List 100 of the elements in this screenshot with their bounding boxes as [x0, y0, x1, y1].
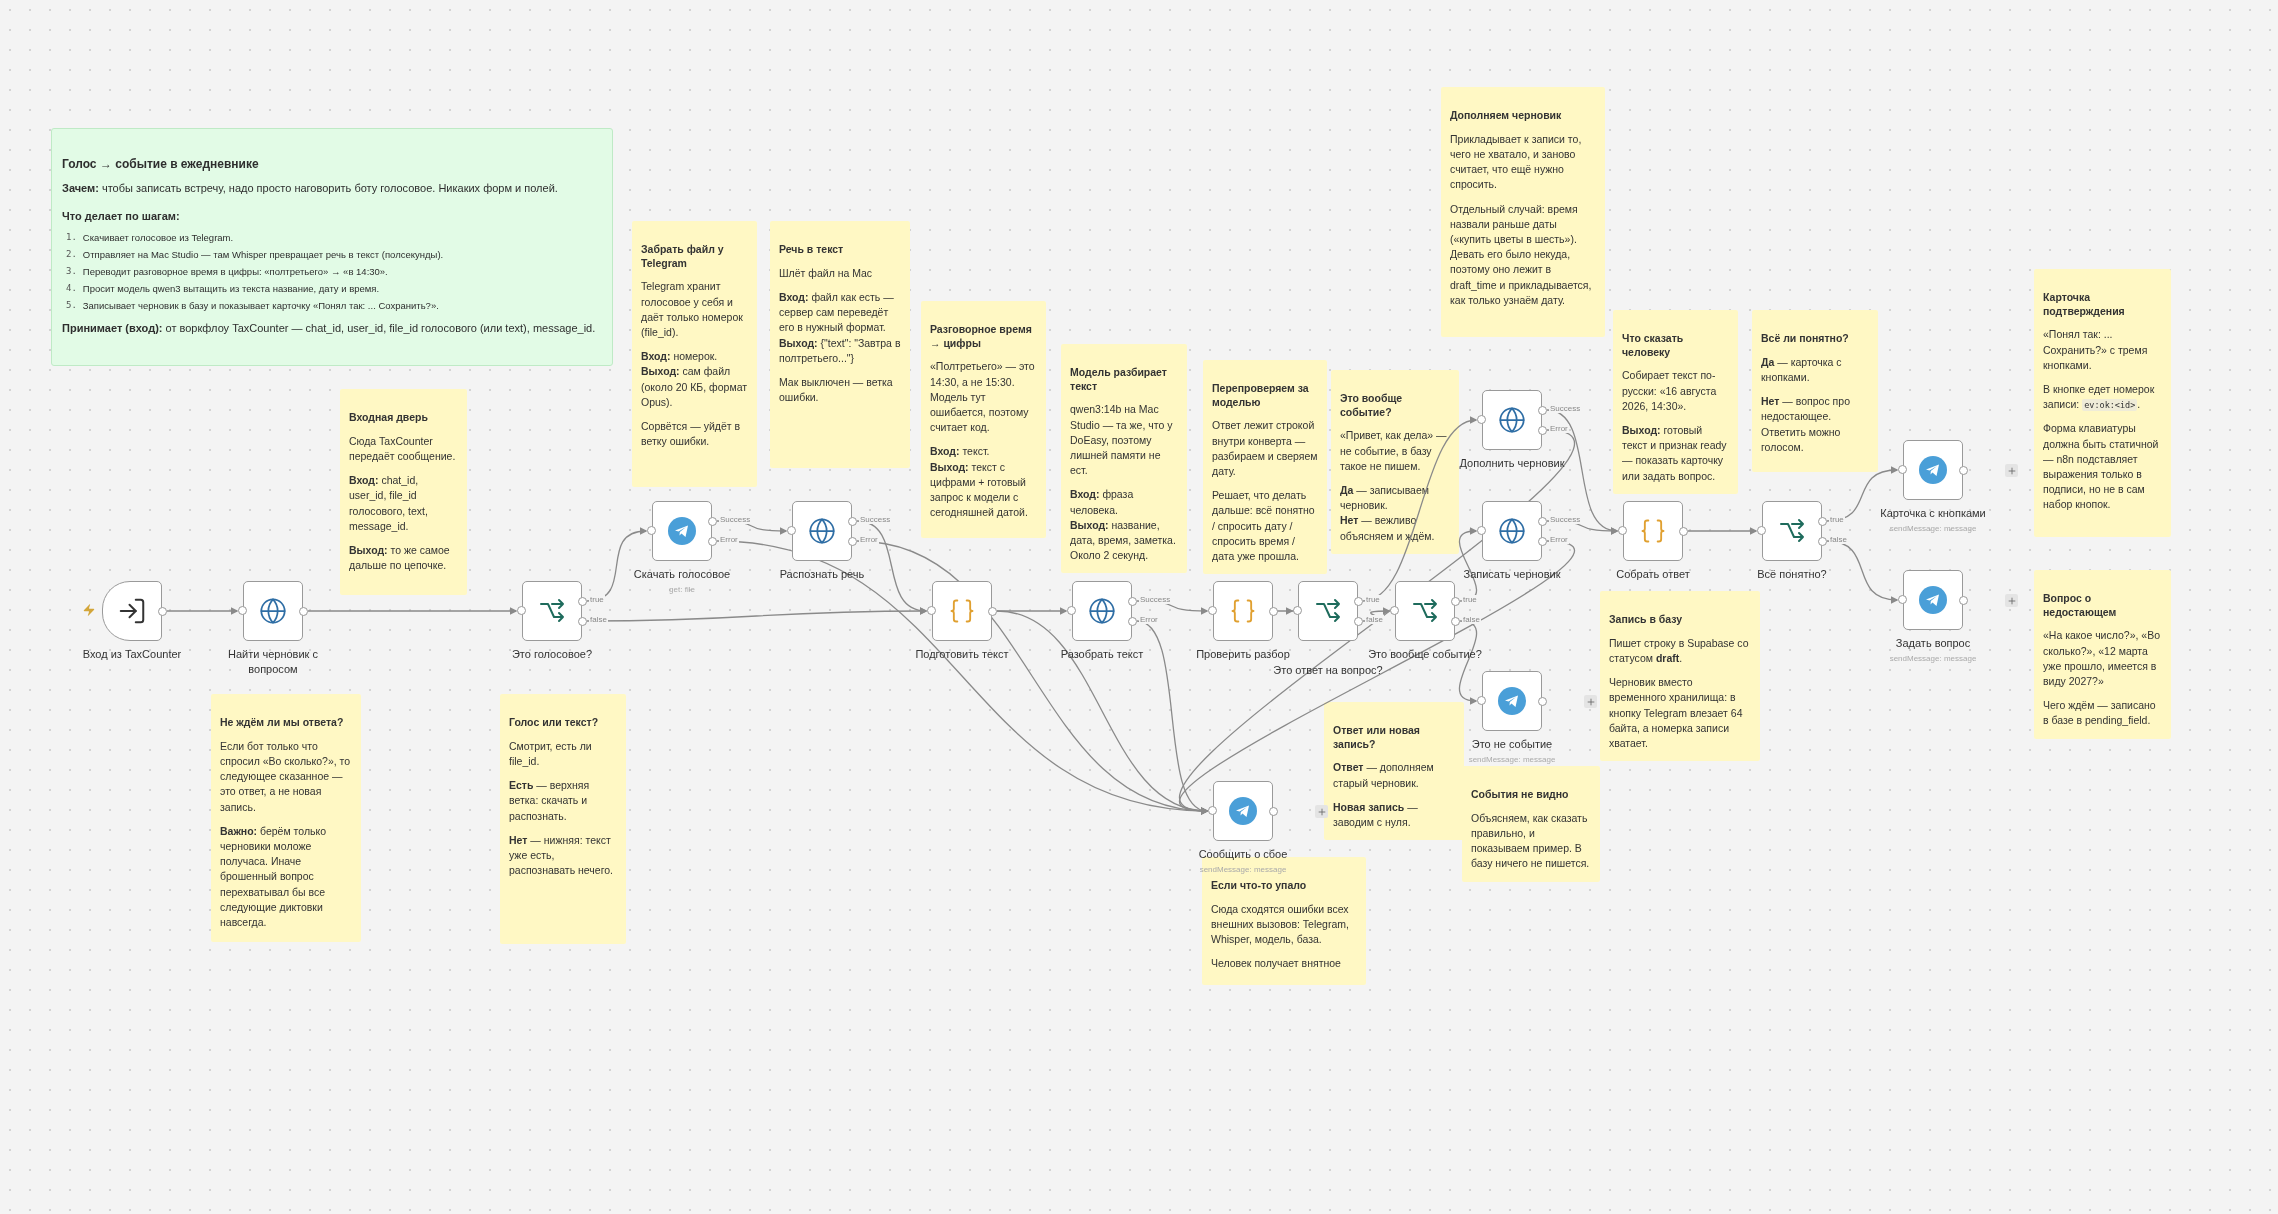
step-number: 4.	[66, 282, 77, 294]
add-node-button[interactable]	[2005, 464, 2018, 477]
note-title: Карточка подтверждения	[2043, 291, 2126, 319]
output-port[interactable]	[1451, 597, 1460, 606]
note-text: Черновик вместо временного хранилища: в кнопку Telegram влезает 64 байта, а номерка записи хватает.	[1609, 675, 1744, 751]
workflow-node[interactable]	[1903, 440, 1963, 500]
output-port[interactable]	[1959, 466, 1968, 475]
workflow-node[interactable]	[1482, 501, 1542, 561]
paper-plane-icon	[668, 517, 696, 545]
input-port[interactable]	[1898, 595, 1907, 604]
output-port[interactable]	[708, 517, 717, 526]
step-text: Скачивает голосовое из Telegram.	[82, 231, 234, 243]
output-port[interactable]	[1354, 617, 1363, 626]
input-port[interactable]	[1477, 526, 1486, 535]
node-label: Это ответ на вопрос?	[1273, 663, 1383, 678]
output-port[interactable]	[578, 617, 587, 626]
output-port[interactable]	[1818, 517, 1827, 526]
output-port[interactable]	[848, 537, 857, 546]
input-port[interactable]	[1898, 465, 1907, 474]
branch-icon	[1778, 518, 1806, 544]
branch-icon	[538, 598, 566, 624]
input-port[interactable]	[927, 606, 936, 615]
port-label: Error	[1139, 615, 1159, 624]
input-port[interactable]	[1757, 526, 1766, 535]
add-node-button[interactable]	[1584, 695, 1597, 708]
input-port[interactable]	[1208, 606, 1217, 615]
note-text: «На какое число?», «Во сколько?», «12 марта уже прошло, имеется в виду 2027?»	[2043, 628, 2162, 689]
node-subtitle: sendMessage: message	[1199, 864, 1287, 874]
input-port[interactable]	[787, 526, 796, 535]
workflow-node[interactable]	[1482, 671, 1542, 731]
output-port[interactable]	[1679, 527, 1688, 536]
workflow-node[interactable]	[1213, 781, 1273, 841]
workflow-node[interactable]	[1762, 501, 1822, 561]
note-text: Выход: готовый текст и признак ready — показать карточку или задать вопрос.	[1622, 422, 1728, 484]
workflow-node[interactable]	[792, 501, 852, 561]
port-label: Success	[1549, 404, 1582, 413]
output-port[interactable]	[1538, 537, 1547, 546]
workflow-node[interactable]	[522, 581, 582, 641]
note-text: Вход: chat_id, user_id, file_id голосового, text, message_id.	[349, 473, 429, 534]
input-port[interactable]	[1208, 806, 1217, 815]
output-port[interactable]	[1269, 607, 1278, 616]
input-port[interactable]	[1477, 415, 1486, 424]
note-text: Форма клавиатуры должна быть статичной — n8n подставляет выражения только в подписи, но не в сам набор кнопок.	[2043, 421, 2160, 513]
workflow-node[interactable]	[243, 581, 303, 641]
output-port[interactable]	[1269, 807, 1278, 816]
paper-plane-icon	[1919, 586, 1947, 614]
input-port[interactable]	[1477, 696, 1486, 705]
input-port[interactable]	[238, 606, 247, 615]
workflow-node[interactable]	[932, 581, 992, 641]
output-port[interactable]	[1451, 617, 1460, 626]
node-subtitle: sendMessage: message	[1889, 653, 1977, 663]
output-port[interactable]	[1538, 426, 1547, 435]
output-port[interactable]	[1818, 537, 1827, 546]
node-subtitle: get: file	[669, 584, 695, 594]
note-heading: Что делает по шагам:	[62, 209, 181, 222]
note-text: Отдельный случай: время назвали раньше даты («купить цветы в шесть»). Девать его было некуда, поэтому оно лежит в draft_time и прикладывается, как только узнаём дату.	[1450, 201, 1593, 308]
input-port[interactable]	[517, 606, 526, 615]
note-title: Ответ или новая запись?	[1333, 724, 1421, 752]
output-port[interactable]	[708, 537, 717, 546]
workflow-node[interactable]	[1072, 581, 1132, 641]
add-node-button[interactable]	[2005, 594, 2018, 607]
port-label: false	[589, 615, 608, 624]
output-port[interactable]	[1128, 597, 1137, 606]
note-text: «Понял так: ... Сохранить?» с тремя кнопками.	[2043, 327, 2149, 373]
input-port[interactable]	[1618, 526, 1627, 535]
note-text: Шлёт файл на Mac	[779, 265, 874, 281]
workflow-node[interactable]	[1623, 501, 1683, 561]
node-label: Всё понятно?	[1757, 567, 1827, 582]
node-label: Найти черновик с вопросом	[227, 647, 319, 677]
output-port[interactable]	[1538, 517, 1547, 526]
port-label: false	[1365, 615, 1384, 624]
output-port[interactable]	[158, 607, 167, 616]
node-subtitle: sendMessage: message	[1889, 523, 1977, 533]
step-number: 3.	[66, 265, 77, 277]
input-port[interactable]	[1293, 606, 1302, 615]
output-port[interactable]	[988, 607, 997, 616]
note-text: Вход: фраза человека. Выход: название, дата, время, заметка. Около 2 секунд.	[1070, 487, 1177, 564]
workflow-node[interactable]	[1298, 581, 1358, 641]
output-port[interactable]	[299, 607, 308, 616]
connector-line	[1687, 527, 1758, 535]
input-port[interactable]	[1067, 606, 1076, 615]
input-port[interactable]	[1390, 606, 1399, 615]
output-port[interactable]	[1538, 697, 1547, 706]
add-node-button[interactable]	[1315, 805, 1328, 818]
workflow-node[interactable]	[652, 501, 712, 561]
workflow-node[interactable]	[1213, 581, 1273, 641]
note-text: Смотрит, есть ли file_id.	[509, 738, 593, 769]
output-port[interactable]	[848, 517, 857, 526]
input-port[interactable]	[647, 526, 656, 535]
output-port[interactable]	[1128, 617, 1137, 626]
output-port[interactable]	[1538, 406, 1547, 415]
workflow-node[interactable]	[1482, 390, 1542, 450]
output-port[interactable]	[1354, 597, 1363, 606]
workflow-node[interactable]	[102, 581, 162, 641]
workflow-node[interactable]	[1395, 581, 1455, 641]
output-port[interactable]	[1959, 596, 1968, 605]
note-title: Перепроверяем за моделью	[1212, 382, 1310, 410]
workflow-node[interactable]	[1903, 570, 1963, 630]
output-port[interactable]	[578, 597, 587, 606]
node-label: Подготовить текст	[915, 647, 1009, 662]
